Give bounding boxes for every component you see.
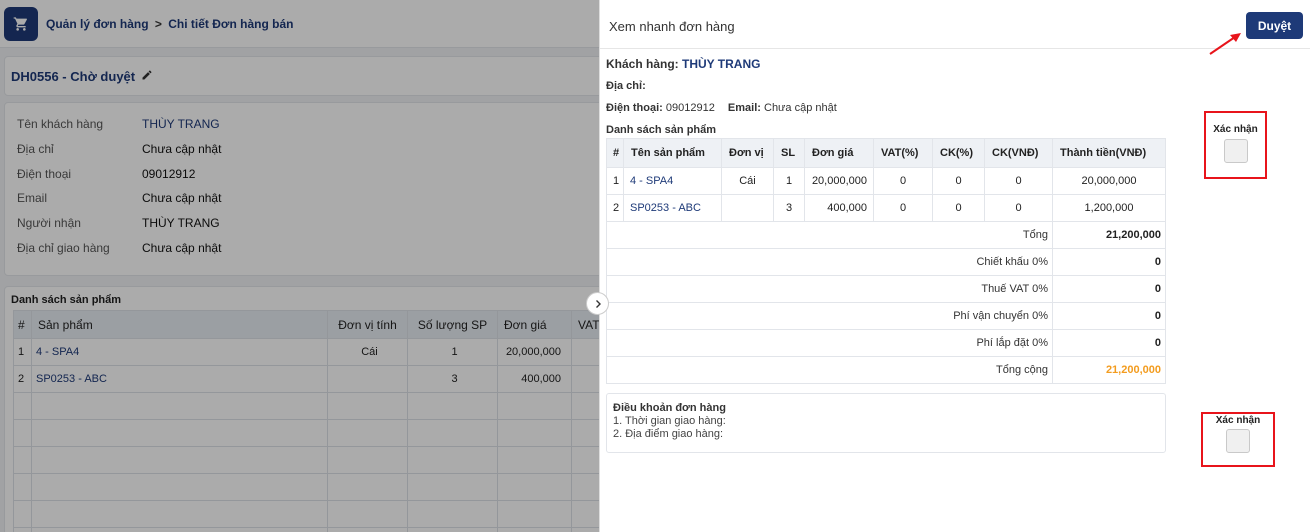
- cell-unit: [721, 194, 774, 222]
- cell-qty: 3: [773, 194, 805, 222]
- cell-vat: 0: [873, 167, 933, 195]
- table-row: 2 SP0253 - ABC 3 400,000 0 0 0 1,200,000: [606, 194, 1166, 222]
- cell-price: 400,000: [804, 194, 874, 222]
- confirm-checkbox[interactable]: [1226, 429, 1250, 453]
- contact-line: Điện thoại: 09012912 Email: Chưa cập nhậ…: [606, 102, 837, 114]
- confirm-label: Xác nhận: [1213, 124, 1258, 135]
- cell-index: 1: [606, 167, 624, 195]
- summary-row: Thuế VAT 0% 0: [606, 275, 1166, 303]
- col-header: Đơn vị: [721, 138, 774, 168]
- summary-value: 21,200,000: [1052, 221, 1166, 249]
- col-header: SL: [773, 138, 805, 168]
- quick-view-drawer: Xem nhanh đơn hàng Duyệt Khách hàng: THÙ…: [599, 0, 1310, 532]
- email-value: Chưa cập nhật: [764, 102, 837, 114]
- drawer-header: Xem nhanh đơn hàng Duyệt: [600, 0, 1310, 55]
- grand-total-value: 21,200,000: [1052, 356, 1166, 384]
- cell-discount-pct: 0: [932, 167, 985, 195]
- terms-line: 2. Địa điểm giao hàng:: [613, 428, 724, 440]
- drawer-toggle-chevron-right-icon[interactable]: [586, 292, 609, 315]
- summary-value: 0: [1052, 248, 1166, 276]
- summary-label: Thuế VAT 0%: [606, 275, 1053, 303]
- products-heading: Danh sách sản phẩm: [606, 124, 717, 136]
- cell-index: 2: [606, 194, 624, 222]
- terms-line: 1. Thời gian giao hàng:: [613, 415, 726, 427]
- annotation-arrow-icon: [1209, 33, 1241, 55]
- col-header: Tên sản phẩm: [623, 138, 722, 168]
- cell-vat: 0: [873, 194, 933, 222]
- email-label: Email:: [727, 102, 761, 114]
- cell-product[interactable]: 4 - SPA4: [623, 167, 722, 195]
- drawer-title: Xem nhanh đơn hàng: [609, 19, 735, 34]
- summary-value: 0: [1052, 275, 1166, 303]
- cell-line-total: 1,200,000: [1052, 194, 1166, 222]
- summary-label: Phí lắp đặt 0%: [606, 329, 1053, 357]
- address-label: Địa chỉ:: [606, 80, 646, 92]
- confirm-checkbox[interactable]: [1223, 139, 1248, 163]
- confirm-box-products: Xác nhận: [1204, 111, 1267, 179]
- table-row: 1 4 - SPA4 Cái 1 20,000,000 0 0 0 20,000…: [606, 167, 1166, 195]
- drawer-product-table: # Tên sản phẩm Đơn vị SL Đơn giá VAT(%) …: [606, 138, 1166, 384]
- summary-value: 0: [1052, 329, 1166, 357]
- summary-label: Tổng: [606, 221, 1053, 249]
- phone-label: Điện thoại:: [606, 102, 663, 114]
- summary-row: Phí vận chuyển 0% 0: [606, 302, 1166, 330]
- col-header: #: [606, 138, 624, 168]
- summary-row: Tổng 21,200,000: [606, 221, 1166, 249]
- col-header: Đơn giá: [804, 138, 874, 168]
- summary-value: 0: [1052, 302, 1166, 330]
- cell-discount-pct: 0: [932, 194, 985, 222]
- confirm-label: Xác nhận: [1215, 415, 1261, 426]
- col-header: CK(VNĐ): [984, 138, 1053, 168]
- col-header: CK(%): [932, 138, 985, 168]
- summary-row: Chiết khấu 0% 0: [606, 248, 1166, 276]
- cell-discount-amount: 0: [984, 194, 1053, 222]
- cell-unit: Cái: [721, 167, 774, 195]
- cell-discount-amount: 0: [984, 167, 1053, 195]
- summary-label: Tổng cộng: [606, 356, 1053, 384]
- customer-name: THÙY TRANG: [682, 57, 761, 71]
- summary-row: Phí lắp đặt 0% 0: [606, 329, 1166, 357]
- grand-total-row: Tổng cộng 21,200,000: [606, 356, 1166, 384]
- phone-value: 09012912: [665, 102, 715, 114]
- order-terms-box: Điều khoản đơn hàng 1. Thời gian giao hà…: [606, 393, 1166, 453]
- approve-button[interactable]: Duyệt: [1246, 12, 1303, 39]
- summary-label: Phí vận chuyển 0%: [606, 302, 1053, 330]
- confirm-box-terms: Xác nhận: [1201, 412, 1275, 467]
- col-header: Thành tiền(VNĐ): [1052, 138, 1166, 168]
- modal-overlay[interactable]: [0, 0, 600, 532]
- summary-label: Chiết khấu 0%: [606, 248, 1053, 276]
- cell-line-total: 20,000,000: [1052, 167, 1166, 195]
- cell-qty: 1: [773, 167, 805, 195]
- col-header: VAT(%): [873, 138, 933, 168]
- cell-price: 20,000,000: [804, 167, 874, 195]
- terms-heading: Điều khoản đơn hàng: [613, 402, 726, 414]
- customer-line: Khách hàng: THÙY TRANG: [606, 57, 760, 71]
- customer-label: Khách hàng:: [606, 57, 679, 71]
- cell-product[interactable]: SP0253 - ABC: [623, 194, 722, 222]
